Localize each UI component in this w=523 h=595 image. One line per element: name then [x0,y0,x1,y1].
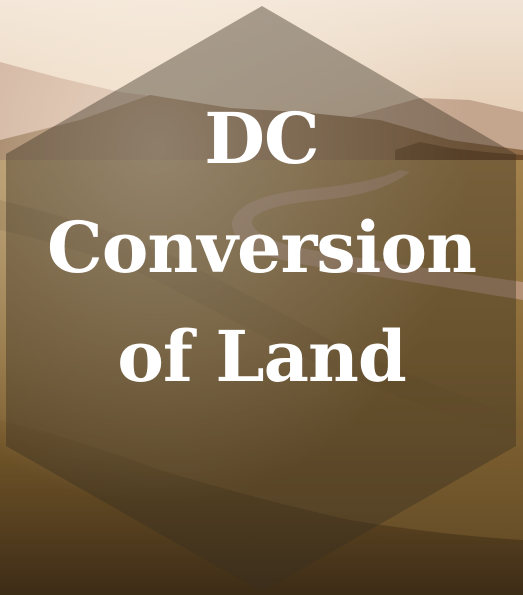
title-line-3: of Land [117,315,407,398]
title-line-2: Conversion [47,206,477,289]
title-line-1: DC [204,97,319,180]
poster-title: DC Conversion of Land [0,84,523,411]
poster: DC Conversion of Land [0,0,523,595]
